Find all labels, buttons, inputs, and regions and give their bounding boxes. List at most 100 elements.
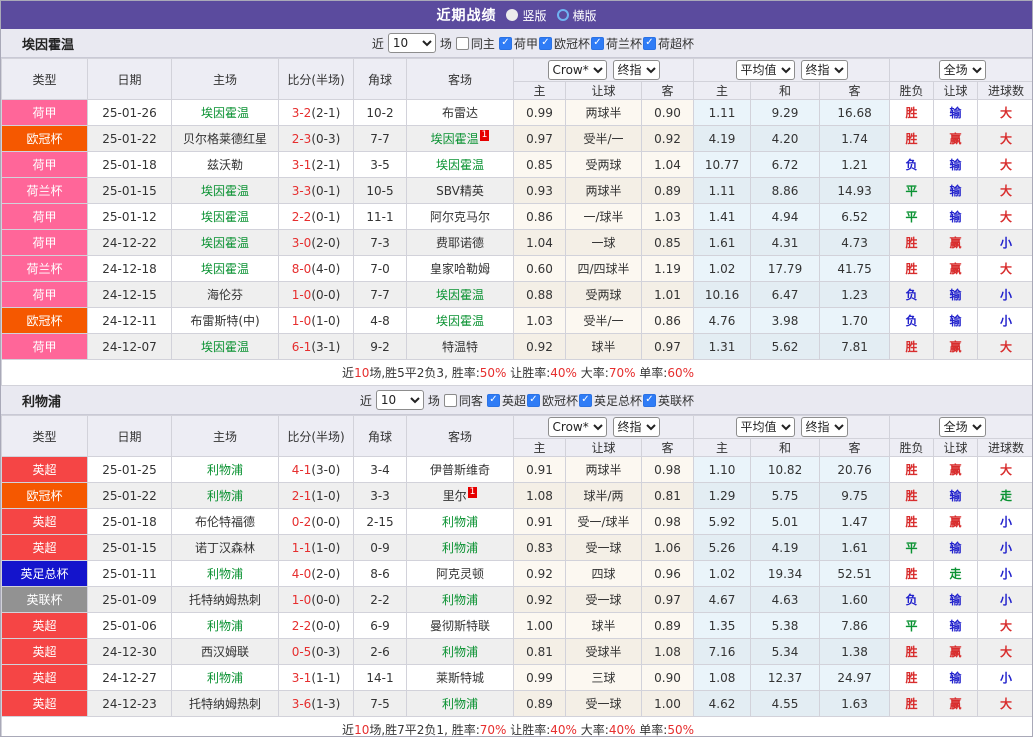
league-filter[interactable]: ✓欧冠杯 [527,392,578,409]
league-filter-label[interactable]: 英联杯 [658,392,694,409]
same-venue-filter[interactable]: 同主 [456,35,495,52]
checkbox-checked-icon[interactable]: ✓ [643,394,656,407]
score: 4-1(3-0) [279,457,354,483]
result-handicap: 赢 [934,256,978,282]
col-result-goals: 进球数 [978,439,1033,457]
avg-away: 1.63 [820,691,890,717]
team-name: 利物浦 [1,391,61,410]
bookmaker-stage-select[interactable]: 终指 [613,417,660,437]
match-rows: 荷甲25-01-26埃因霍温3-2(2-1)10-2布雷达0.99两球半0.90… [2,100,1033,360]
away-team: 曼彻斯特联 [407,613,514,639]
league-filter-label[interactable]: 荷兰杯 [606,35,642,52]
league-badge: 英超 [2,457,88,483]
avg-draw: 17.79 [751,256,820,282]
checkbox-checked-icon[interactable]: ✓ [487,394,500,407]
same-venue-filter[interactable]: 同客 [444,392,483,409]
league-filter[interactable]: ✓荷兰杯 [591,35,642,52]
league-filter-label[interactable]: 荷超杯 [658,35,694,52]
col-avg-draw: 和 [751,439,820,457]
scope-select[interactable]: 全场 [939,417,986,437]
league-filter[interactable]: ✓英足总杯 [579,392,642,409]
avg-draw: 3.98 [751,308,820,334]
corner-score: 2-15 [354,509,407,535]
checkbox-checked-icon[interactable]: ✓ [539,37,552,50]
league-filter-label[interactable]: 欧冠杯 [554,35,590,52]
result-goals: 小 [978,509,1033,535]
league-badge: 英超 [2,613,88,639]
recent-label: 近 [360,392,372,409]
odds-home: 0.99 [514,665,566,691]
league-filter[interactable]: ✓英超 [487,392,526,409]
avg-home: 1.61 [694,230,751,256]
league-badge: 荷甲 [2,204,88,230]
avg-away: 1.74 [820,126,890,152]
average-stage-select[interactable]: 终指 [801,60,848,80]
score: 3-3(0-1) [279,178,354,204]
checkbox-checked-icon[interactable]: ✓ [579,394,592,407]
recent-count-select[interactable]: 10 [376,390,424,410]
league-filter-label[interactable]: 荷甲 [514,35,538,52]
league-filter[interactable]: ✓英联杯 [643,392,694,409]
col-type: 类型 [2,59,88,100]
odds-away: 0.89 [642,613,694,639]
league-filter-label[interactable]: 英超 [502,392,526,409]
bookmaker-stage-select[interactable]: 终指 [613,60,660,80]
home-team: 埃因霍温 [172,100,279,126]
view-option-horizontal[interactable]: 横版 [557,7,597,24]
odds-away: 1.00 [642,691,694,717]
recent-count-select[interactable]: 10 [388,33,436,53]
checkbox-checked-icon[interactable]: ✓ [591,37,604,50]
result-wdl: 平 [890,178,934,204]
checkbox-checked-icon[interactable]: ✓ [643,37,656,50]
odds-away: 0.89 [642,178,694,204]
result-goals: 大 [978,457,1033,483]
radio-selected-icon[interactable] [506,9,518,21]
league-filter-label[interactable]: 欧冠杯 [542,392,578,409]
odds-handicap: 受球半 [566,639,642,665]
col-odds-home: 主 [514,439,566,457]
result-handicap: 赢 [934,126,978,152]
league-filter[interactable]: ✓荷甲 [499,35,538,52]
odds-home: 0.92 [514,561,566,587]
corner-score: 6-9 [354,613,407,639]
checkbox-checked-icon[interactable]: ✓ [527,394,540,407]
col-avg-draw: 和 [751,82,820,100]
average-select[interactable]: 平均值 [736,60,795,80]
result-goals: 大 [978,691,1033,717]
bookmaker-select[interactable]: Crow* [548,417,607,437]
result-wdl: 胜 [890,100,934,126]
view-option-horizontal-label[interactable]: 横版 [573,7,597,24]
view-option-vertical[interactable]: 竖版 [506,7,546,24]
scope-select[interactable]: 全场 [939,60,986,80]
radio-unselected-icon[interactable] [557,9,569,21]
average-select[interactable]: 平均值 [736,417,795,437]
odds-handicap: 一球 [566,230,642,256]
odds-handicap: 受半/一 [566,126,642,152]
checkbox-unchecked-icon[interactable] [456,37,469,50]
col-avg-away: 客 [820,439,890,457]
home-team: 诺丁汉森林 [172,535,279,561]
match-row: 英超25-01-15诺丁汉森林1-1(1-0)0-9利物浦0.83受一球1.06… [2,535,1033,561]
result-wdl: 平 [890,613,934,639]
score: 1-0(0-0) [279,587,354,613]
checkbox-unchecked-icon[interactable] [444,394,457,407]
odds-away: 1.19 [642,256,694,282]
league-filter[interactable]: ✓荷超杯 [643,35,694,52]
col-home: 主场 [172,416,279,457]
view-option-vertical-label[interactable]: 竖版 [522,7,546,24]
avg-away: 7.81 [820,334,890,360]
checkbox-checked-icon[interactable]: ✓ [499,37,512,50]
league-filter[interactable]: ✓欧冠杯 [539,35,590,52]
league-filter-label[interactable]: 英足总杯 [594,392,642,409]
avg-home: 10.16 [694,282,751,308]
match-row: 英联杯25-01-09托特纳姆热刺1-0(0-0)2-2利物浦0.92受一球0.… [2,587,1033,613]
average-stage-select[interactable]: 终指 [801,417,848,437]
home-team: 利物浦 [172,483,279,509]
col-odds-handicap: 让球 [566,439,642,457]
avg-away: 1.38 [820,639,890,665]
bookmaker-select[interactable]: Crow* [548,60,607,80]
odds-home: 0.93 [514,178,566,204]
league-badge: 荷甲 [2,334,88,360]
scope-group: 全场 [890,59,1033,82]
odds-home: 0.99 [514,100,566,126]
